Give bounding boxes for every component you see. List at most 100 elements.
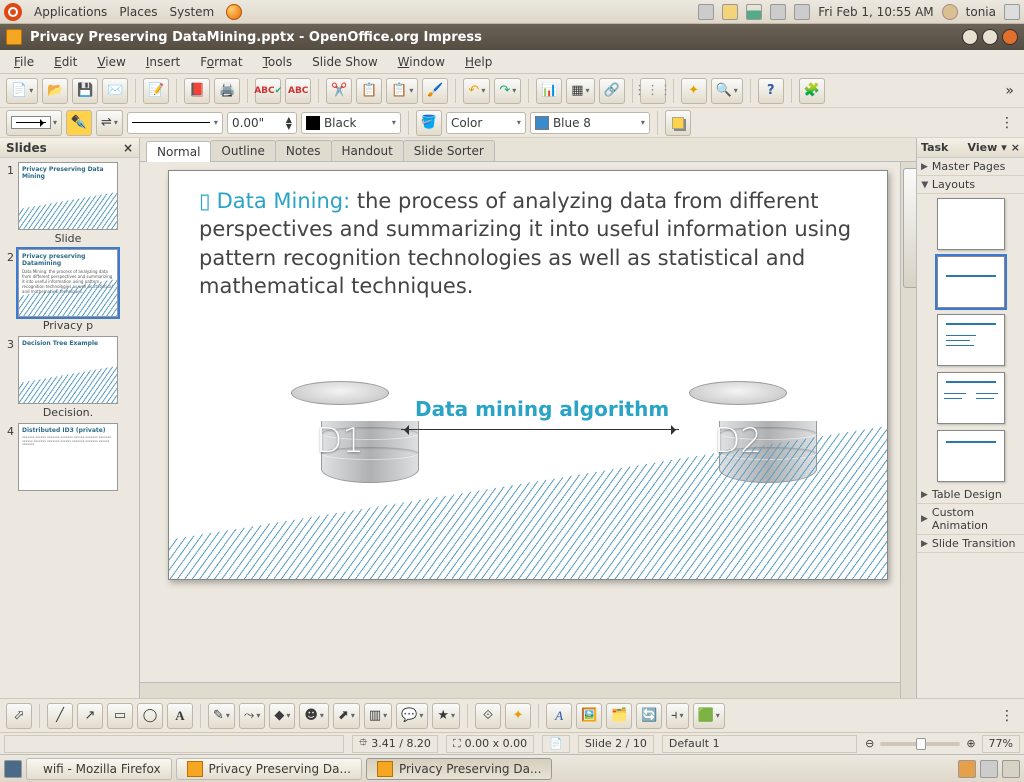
grid-button[interactable]: ⋮⋮⋮ [640, 78, 666, 104]
from-file-button[interactable]: 🖼️ [576, 703, 602, 729]
ellipse-tool-button[interactable]: ◯ [137, 703, 163, 729]
align-button[interactable]: ⫞▾ [666, 703, 689, 729]
slide-canvas[interactable]: ▯Data Mining: the process of analyzing d… [140, 162, 916, 698]
flowchart-button[interactable]: ▥▾ [364, 703, 392, 729]
vertical-scrollbar[interactable] [900, 162, 916, 698]
select-tool-button[interactable]: ⬀ [6, 703, 32, 729]
area-fill-icon[interactable]: 🪣 [416, 110, 442, 136]
open-button[interactable]: 📂 [42, 78, 68, 104]
toolbar-overflow-button[interactable]: » [1001, 83, 1018, 99]
show-desktop-button[interactable] [4, 760, 22, 778]
tab-slide-sorter[interactable]: Slide Sorter [403, 140, 495, 161]
user-menu[interactable]: tonia [966, 5, 996, 19]
tab-notes[interactable]: Notes [275, 140, 332, 161]
curve-tool-button[interactable]: ✎▾ [208, 703, 235, 729]
slide-thumbnail[interactable]: 1 Privacy Preserving Data Mining Slide [4, 162, 135, 245]
layout-two-content[interactable] [937, 372, 1005, 424]
chart-button[interactable]: 📊 [536, 78, 562, 104]
layout-title-only[interactable] [937, 256, 1005, 308]
basic-shapes-button[interactable]: ◆▾ [269, 703, 295, 729]
format-paintbrush-button[interactable]: 🖌️ [422, 78, 448, 104]
task-section-layouts[interactable]: ▶Layouts [917, 176, 1024, 194]
arrow-tool-button[interactable]: ↗ [77, 703, 103, 729]
menu-window[interactable]: Window [390, 53, 453, 71]
tab-normal[interactable]: Normal [146, 141, 211, 162]
fontwork-button[interactable]: A [546, 703, 572, 729]
slide-thumbnail[interactable]: 3 Decision Tree Example Decision. [4, 336, 135, 419]
zoom-in-button[interactable]: ⊕ [966, 737, 975, 750]
task-section-custom-animation[interactable]: ▶Custom Animation [917, 504, 1024, 535]
battery-icon[interactable] [794, 4, 810, 20]
menu-tools[interactable]: Tools [255, 53, 301, 71]
rotate-button[interactable]: 🔄 [636, 703, 662, 729]
gallery-button[interactable]: 🧩 [799, 78, 825, 104]
slide-thumbnail[interactable]: 2 Privacy preserving DataminingData Mini… [4, 249, 135, 332]
horizontal-scrollbar[interactable] [140, 682, 900, 698]
firefox-launcher-icon[interactable] [226, 4, 242, 20]
task-section-table-design[interactable]: ▶Table Design [917, 486, 1024, 504]
taskbar-item[interactable]: Privacy Preserving Da... [176, 758, 362, 780]
task-section-slide-transition[interactable]: ▶Slide Transition [917, 535, 1024, 553]
cut-button[interactable]: ✂️ [326, 78, 352, 104]
menu-insert[interactable]: Insert [138, 53, 188, 71]
tray-icon[interactable] [722, 4, 738, 20]
fill-color-select[interactable]: Blue 8▾ [530, 112, 650, 134]
zoom-value[interactable]: 77% [982, 735, 1020, 753]
layout-title-only-2[interactable] [937, 430, 1005, 482]
fill-mode-select[interactable]: Color▾ [446, 112, 526, 134]
menu-slideshow[interactable]: Slide Show [304, 53, 385, 71]
paste-button[interactable]: 📋▾ [386, 78, 418, 104]
menu-help[interactable]: Help [457, 53, 500, 71]
line-style-icon[interactable]: ✒️ [66, 110, 92, 136]
task-panel-close-button[interactable]: × [1011, 141, 1020, 154]
redo-button[interactable]: ↷▾ [494, 78, 521, 104]
gallery-button[interactable]: 🗂️ [606, 703, 632, 729]
email-button[interactable]: ✉️ [102, 78, 128, 104]
tray-icon[interactable] [698, 4, 714, 20]
edit-file-button[interactable]: 📝 [143, 78, 169, 104]
tab-outline[interactable]: Outline [210, 140, 275, 161]
line-ends-button[interactable]: ⇌▾ [96, 110, 123, 136]
arrange-button[interactable]: 🟩▾ [693, 703, 725, 729]
clock[interactable]: Fri Feb 1, 10:55 AM [818, 5, 933, 19]
zoom-button[interactable]: 🔍▾ [711, 78, 743, 104]
arrow-style-button[interactable]: ▾ [6, 110, 62, 136]
text-tool-button[interactable]: A [167, 703, 193, 729]
zoom-slider[interactable] [880, 742, 960, 746]
taskbar-item[interactable]: Privacy Preserving Da... [366, 758, 552, 780]
export-pdf-button[interactable]: 📕 [184, 78, 210, 104]
menu-edit[interactable]: Edit [46, 53, 85, 71]
line-style-select[interactable]: ▾ [127, 112, 223, 134]
toolbar-overflow-button[interactable]: ⋮ [996, 708, 1018, 724]
callout-button[interactable]: 💬▾ [396, 703, 428, 729]
task-view-dropdown-icon[interactable]: ▾ [1001, 141, 1007, 154]
glue-points-button[interactable]: ✦ [505, 703, 531, 729]
slide-thumbnail[interactable]: 4 Distributed ID3 (private)xxxxxxx xxxxx… [4, 423, 135, 493]
tab-handout[interactable]: Handout [331, 140, 404, 161]
volume-icon[interactable] [770, 4, 786, 20]
autospell-button[interactable]: ABC [285, 78, 311, 104]
block-arrows-button[interactable]: ⬈▾ [333, 703, 360, 729]
menu-format[interactable]: Format [192, 53, 250, 71]
trash-icon[interactable] [1002, 760, 1020, 778]
undo-button[interactable]: ↶▾ [463, 78, 490, 104]
spellcheck-button[interactable]: ABC✔ [255, 78, 281, 104]
zoom-out-button[interactable]: ⊖ [865, 737, 874, 750]
layout-title-content[interactable] [937, 314, 1005, 366]
save-button[interactable]: 💾 [72, 78, 98, 104]
shutdown-icon[interactable] [1004, 4, 1020, 20]
task-section-master-pages[interactable]: ▶Master Pages [917, 158, 1024, 176]
points-button[interactable]: ⟐ [475, 703, 501, 729]
navigator-button[interactable]: ✦ [681, 78, 707, 104]
applications-menu[interactable]: Applications [34, 5, 107, 19]
slide-text[interactable]: ▯Data Mining: the process of analyzing d… [199, 187, 857, 300]
shadow-button[interactable] [665, 110, 691, 136]
new-button[interactable]: 📄▾ [6, 78, 38, 104]
slides-panel-close-button[interactable]: × [123, 141, 133, 155]
line-tool-button[interactable]: ╱ [47, 703, 73, 729]
copy-button[interactable]: 📋 [356, 78, 382, 104]
line-width-input[interactable]: 0.00"▲▼ [227, 112, 297, 134]
print-button[interactable]: 🖨️ [214, 78, 240, 104]
symbol-shapes-button[interactable]: ☻▾ [299, 703, 329, 729]
window-maximize-button[interactable] [982, 29, 998, 45]
